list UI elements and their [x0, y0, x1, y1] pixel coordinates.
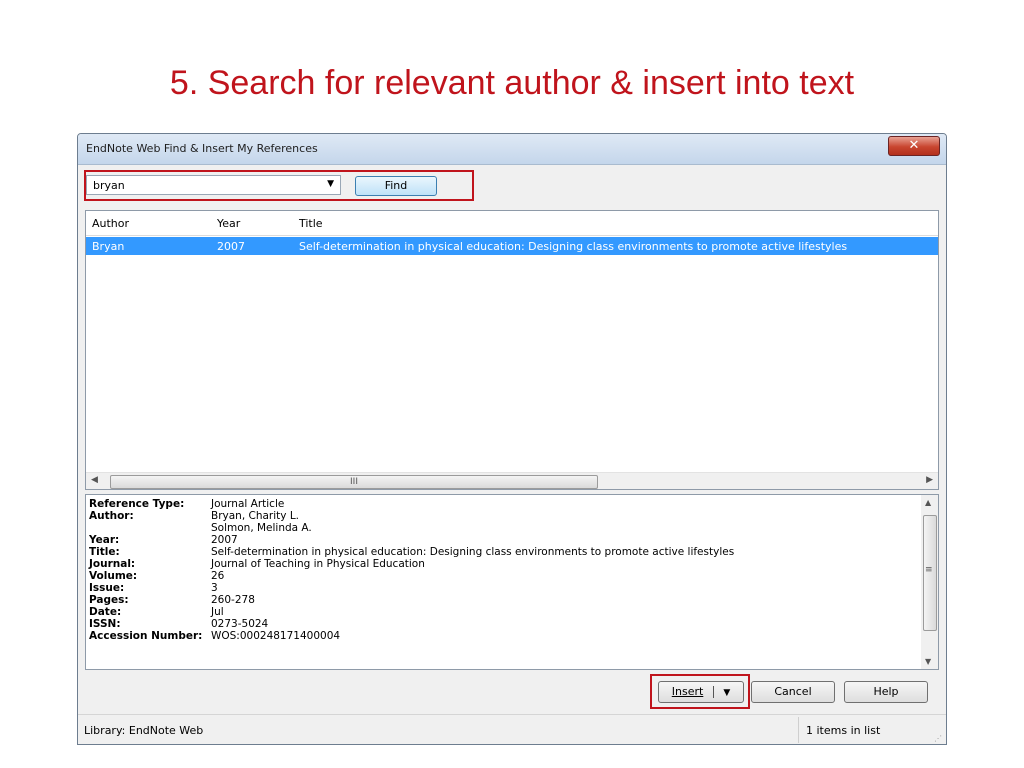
column-year[interactable]: Year [217, 217, 240, 230]
library-status: Library: EndNote Web [84, 724, 204, 737]
results-list: Author Year Title Bryan 2007 Self-determ… [85, 210, 939, 490]
row-title: Self-determination in physical education… [299, 240, 848, 253]
search-highlight-box [84, 170, 474, 201]
horizontal-scroll-thumb[interactable]: III [110, 475, 598, 489]
vertical-scrollbar[interactable]: ▲ ≡ ▼ [921, 495, 938, 669]
status-separator [798, 717, 799, 743]
list-header: Author Year Title [86, 211, 938, 236]
window-title: EndNote Web Find & Insert My References [86, 142, 318, 155]
reference-details: Reference Type: Journal Article Author: Br… [85, 494, 939, 670]
scroll-left-icon[interactable]: ◀ [91, 475, 98, 485]
close-button[interactable]: ✕ [888, 136, 940, 156]
slide-title: 5. Search for relevant author & insert i… [169, 64, 855, 102]
cancel-button[interactable]: Cancel [751, 681, 835, 703]
table-row[interactable]: Bryan 2007 Self-determination in physica… [86, 237, 938, 255]
resize-grip-icon[interactable]: ⋰ [934, 734, 942, 743]
help-button[interactable]: Help [844, 681, 928, 703]
row-year: 2007 [217, 240, 245, 253]
row-author: Bryan [92, 240, 125, 253]
scroll-right-icon[interactable]: ▶ [926, 475, 933, 485]
close-icon: ✕ [908, 138, 920, 153]
column-title[interactable]: Title [299, 217, 323, 230]
horizontal-scrollbar[interactable]: ◀ III ▶ [86, 472, 938, 489]
items-count: 1 items in list [806, 724, 881, 737]
title-bar: EndNote Web Find & Insert My References … [78, 134, 946, 165]
scroll-down-icon[interactable]: ▼ [925, 657, 931, 666]
scroll-grip-icon: ≡ [925, 565, 933, 575]
endnote-find-insert-dialog: EndNote Web Find & Insert My References … [77, 133, 947, 745]
column-author[interactable]: Author [92, 217, 129, 230]
status-bar: Library: EndNote Web 1 items in list ⋰ [78, 714, 946, 744]
insert-highlight-box [650, 674, 750, 709]
scroll-up-icon[interactable]: ▲ [925, 498, 931, 507]
